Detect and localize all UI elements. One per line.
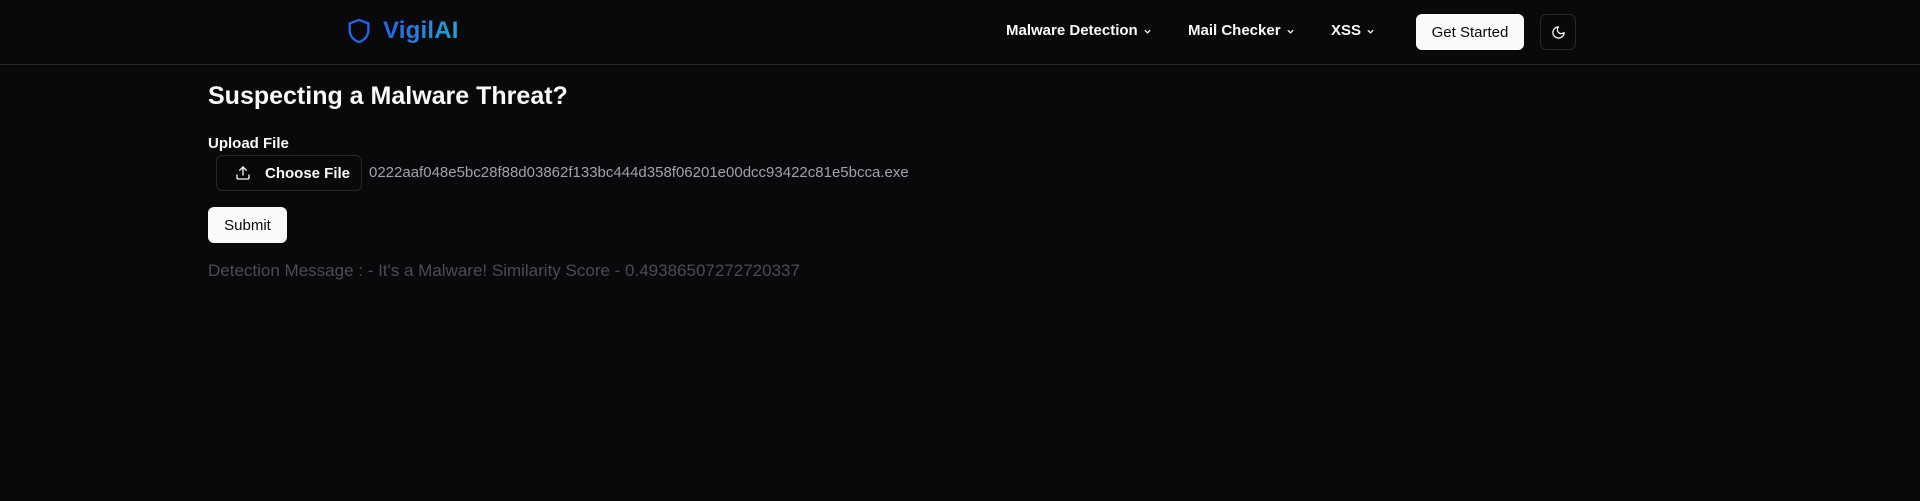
theme-toggle-button[interactable] — [1540, 14, 1576, 50]
upload-icon — [236, 166, 250, 180]
brand-name: VigilAI — [383, 17, 459, 44]
chevron-down-icon — [1286, 29, 1294, 34]
nav-malware-detection[interactable]: Malware Detection — [1006, 22, 1152, 39]
chevron-down-icon — [1367, 29, 1374, 34]
choose-file-button[interactable]: Choose File — [216, 155, 362, 191]
nav-malware-detection-label: Malware Detection — [1006, 22, 1138, 39]
moon-icon — [1551, 25, 1565, 39]
page-title: Suspecting a Malware Threat? — [208, 82, 568, 110]
detection-message: Detection Message : - It's a Malware! Si… — [208, 261, 800, 280]
chevron-down-icon — [1144, 29, 1151, 34]
nav-xss[interactable]: XSS — [1331, 22, 1375, 39]
shield-icon — [348, 18, 370, 44]
submit-button[interactable]: Submit — [208, 207, 287, 243]
nav-mail-checker[interactable]: Mail Checker — [1188, 22, 1295, 39]
choose-file-label: Choose File — [265, 164, 351, 182]
selected-file-name: 0222aaf048e5bc28f88d03862f133bc444d358f0… — [369, 164, 909, 181]
brand-logo[interactable]: VigilAI — [345, 15, 459, 47]
upload-file-label: Upload File — [208, 135, 289, 152]
get-started-button[interactable]: Get Started — [1416, 14, 1524, 50]
nav-mail-checker-label: Mail Checker — [1188, 22, 1281, 39]
nav-xss-label: XSS — [1331, 22, 1362, 39]
top-navbar: VigilAI Malware Detection Mail Checker X… — [0, 0, 1920, 65]
